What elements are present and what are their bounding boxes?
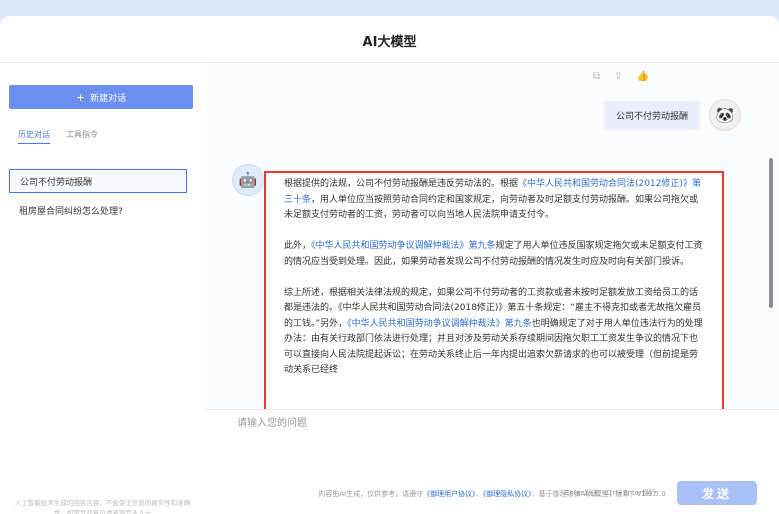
answer-text: 根据提供的法规，公司不付劳动报酬是违反劳动法的。根据 (284, 179, 519, 189)
disclaimer-text: 人工智能技术生成的回答内容，不能保证信息的真实性和准确性，如需专业意见请咨询专业… (14, 499, 191, 514)
answer-text: ，用人单位应当按照劳动合同约定和国家规定，向劳动者及时足额支付劳动报酬。如果公司… (284, 194, 699, 221)
conversation-item[interactable]: 租房屋合同纠纷怎么处理? (9, 199, 185, 221)
chat-scrollbar[interactable] (769, 158, 773, 308)
share-icon[interactable]: ⇪ (614, 71, 622, 82)
tab-tools[interactable]: 工具指令 (66, 129, 98, 144)
copy-icon[interactable]: ⧉ (593, 71, 600, 82)
conversation-label: 公司不付劳动报酬 (20, 177, 93, 188)
bot-avatar: 🤖 (232, 164, 264, 196)
new-chat-label: 新建对话 (90, 93, 127, 104)
answer-paragraph: 此外，《中华人民共和国劳动争议调解仲裁法》第九条规定了用人单位违反国家规定拖欠或… (284, 239, 704, 270)
question-input[interactable] (235, 412, 759, 476)
ai-answer: 根据提供的法规，公司不付劳动报酬是违反劳动法的。根据《中华人民共和国劳动合同法(… (264, 171, 724, 409)
law-link[interactable]: 《中华人民共和国劳动争议调解仲裁法》第九条 (347, 319, 532, 329)
answer-text: 此外， (284, 241, 312, 251)
answer-paragraph: 综上所述，根据相关法律法规的规定，如果公司不付劳动者的工资款或者未按时足额发放工… (284, 286, 704, 379)
plus-icon: + (75, 90, 86, 104)
header: AI大模型 (0, 16, 779, 63)
new-chat-button[interactable]: + 新建对话 (9, 85, 193, 109)
footer-text: 内容由AI生成，仅供参考，请遵守 (318, 490, 424, 498)
page-title: AI大模型 (362, 35, 417, 50)
conversation-label: 租房屋合同纠纷怎么处理? (19, 206, 123, 217)
law-link[interactable]: 《中华人民共和国劳动争议调解仲裁法》第九条 (311, 241, 496, 251)
privacy-agreement-link[interactable]: 《御理隐私协议》 (483, 490, 532, 498)
chat-area: ⧉ ⇪ 👍 公司不付劳动报酬 🐼 🤖 根据提供的法规，公司不付劳动报酬是违反劳动… (205, 63, 779, 409)
answer-paragraph: 根据提供的法规，公司不付劳动报酬是违反劳动法的。根据《中华人民共和国劳动合同法(… (284, 177, 704, 224)
user-message: 公司不付劳动报酬 (603, 100, 700, 130)
thumbs-up-icon[interactable]: 👍 (637, 71, 649, 82)
sidebar: + 新建对话 历史对话 工具指令 公司不付劳动报酬 租房屋合同纠纷怎么处理? 人… (0, 63, 205, 514)
sidebar-tabs: 历史对话 工具指令 (18, 129, 98, 144)
app-window: AI大模型 + 新建对话 历史对话 工具指令 公司不付劳动报酬 租房屋合同纠纷怎… (0, 16, 779, 514)
user-agreement-link[interactable]: 《御理用户协议》 (423, 490, 476, 498)
footer-separator: 、 (475, 490, 483, 498)
user-avatar: 🐼 (709, 99, 741, 131)
conversation-item[interactable]: 公司不付劳动报酬 (9, 169, 187, 193)
user-message-row: 公司不付劳动报酬 🐼 (603, 99, 741, 131)
footer: 内容由AI生成，仅供参考，请遵守《御理用户协议》、《御理隐私协议》，基于御理法律… (205, 489, 779, 499)
footer-version: ，基于御理法律AI大模型，版本：V1.0.5.0 (531, 490, 666, 498)
previous-message-actions: ⧉ ⇪ 👍 (593, 71, 649, 82)
tab-history[interactable]: 历史对话 (18, 129, 50, 144)
